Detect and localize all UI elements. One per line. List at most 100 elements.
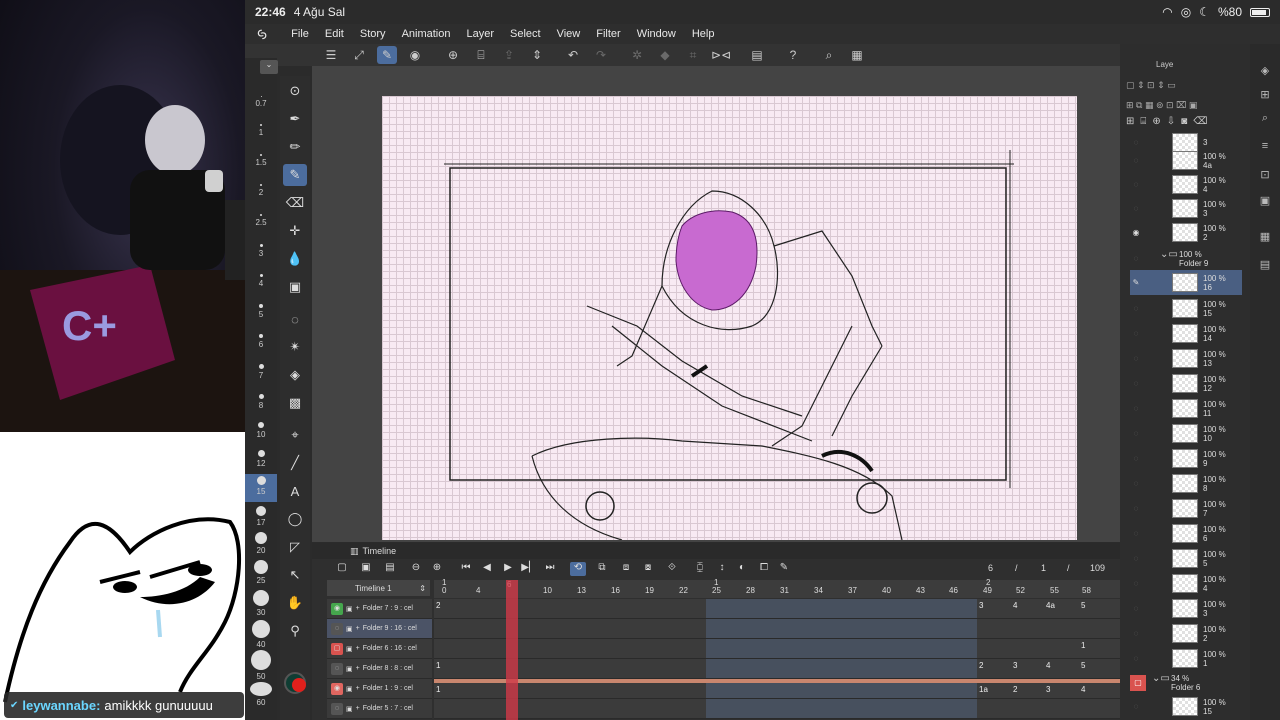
size-option[interactable]: 2.5 bbox=[245, 214, 277, 227]
layer-item[interactable]: ◌ 100 % 11 bbox=[1130, 396, 1242, 421]
size-option[interactable]: 2 bbox=[245, 184, 277, 197]
frame-ruler[interactable]: 0 4 6 10 13 16 19 22 25 28 31 34 37 40 4… bbox=[434, 578, 1120, 598]
clear-icon[interactable]: ✲ bbox=[627, 46, 647, 64]
last-frame-icon[interactable]: ⏭ bbox=[542, 562, 558, 576]
undo-icon[interactable]: ↶ bbox=[563, 46, 583, 64]
layers-stack-icon[interactable]: ◈ bbox=[1256, 64, 1274, 82]
next-frame-icon[interactable]: ▶▏ bbox=[521, 562, 537, 576]
pen-edit-icon[interactable]: ✎ bbox=[776, 562, 792, 576]
size-option[interactable]: 20 bbox=[245, 532, 277, 555]
size-option[interactable]: 3 bbox=[245, 244, 277, 258]
layer-item[interactable]: ◌ 100 % 1 bbox=[1130, 646, 1242, 671]
size-option[interactable]: 1.5 bbox=[245, 154, 277, 167]
app-logo-icon[interactable]: ꚸ bbox=[245, 25, 283, 43]
layer-item[interactable]: ◌ 100 % 12 bbox=[1130, 371, 1242, 396]
first-frame-icon[interactable]: ⏮ bbox=[458, 562, 474, 576]
zoom-out-icon[interactable]: ⊖ bbox=[408, 562, 424, 576]
layer-folder[interactable]: ▢ ⌄▭ 34 % Folder 6 bbox=[1130, 670, 1242, 695]
layer-item[interactable]: ◌ 100 % 15 bbox=[1130, 296, 1242, 321]
export-icon[interactable]: ⇪ bbox=[499, 46, 519, 64]
size-option[interactable]: 1 bbox=[245, 124, 277, 137]
object-tool-icon[interactable]: ↖ bbox=[283, 564, 307, 586]
brush-tool-icon[interactable]: ✎ bbox=[283, 164, 307, 186]
new-timeline-icon[interactable]: ▢ bbox=[334, 562, 350, 576]
flip-icon[interactable]: ⊳⊲ bbox=[711, 46, 731, 64]
open-folder-icon[interactable]: ⌸ bbox=[471, 46, 491, 64]
layer-item[interactable]: ◌ 100 % 4a bbox=[1130, 148, 1242, 173]
fill-icon[interactable]: ◆ bbox=[655, 46, 675, 64]
size-option[interactable]: 25 bbox=[245, 560, 277, 585]
navigator-icon[interactable]: ▣ bbox=[1256, 194, 1274, 212]
layer-lock-row[interactable]: ⊞ ⧉ ▦ ⊚ ⊡ ⌧ ▣ bbox=[1126, 100, 1246, 114]
search-layer-icon[interactable]: ⌕ bbox=[1256, 112, 1274, 130]
operation-tool-icon[interactable]: ⊙ bbox=[283, 80, 307, 102]
chevron-down-icon[interactable]: ⌄ bbox=[260, 60, 278, 74]
layer-property-icon[interactable]: ⊞ bbox=[1256, 88, 1274, 106]
menu-select[interactable]: Select bbox=[502, 28, 549, 40]
redo-icon[interactable]: ↷ bbox=[591, 46, 611, 64]
canvas-transform-icon[interactable]: ⤢ bbox=[349, 46, 369, 64]
pencil-tool-icon[interactable]: ✏ bbox=[283, 136, 307, 158]
list-icon[interactable]: ≡ bbox=[1256, 140, 1274, 158]
assign-cel-icon[interactable]: ⧇ bbox=[640, 562, 656, 576]
split-icon[interactable]: ⧮ bbox=[692, 562, 708, 576]
pen-tool-icon[interactable]: ✒ bbox=[283, 108, 307, 130]
hand-tool-icon[interactable]: ✋ bbox=[283, 592, 307, 614]
layer-item[interactable]: ◌ 100 % 6 bbox=[1130, 521, 1242, 546]
timeline-track[interactable]: ▢ ▣ + Folder 6 : 16 : cel 1 bbox=[327, 639, 1120, 659]
page-icon[interactable]: ▤ bbox=[747, 46, 767, 64]
sub-color-swatch[interactable] bbox=[292, 678, 306, 692]
crop-icon[interactable]: ⌗ bbox=[683, 46, 703, 64]
eraser-tool-icon[interactable]: ⌫ bbox=[283, 192, 307, 214]
size-option[interactable]: 8 bbox=[245, 394, 277, 410]
auto-select-icon[interactable]: ✴ bbox=[283, 336, 307, 358]
layer-item[interactable]: ◌ 100 % 13 bbox=[1130, 346, 1242, 371]
eyedropper-tool-icon[interactable]: ⚲ bbox=[283, 620, 307, 642]
layer-item[interactable]: ◌ 100 % 2 bbox=[1130, 621, 1242, 646]
color-wheel-icon[interactable]: ▤ bbox=[1256, 258, 1274, 276]
menu-story[interactable]: Story bbox=[352, 28, 394, 40]
layer-item[interactable]: ◌ 100 % 3 bbox=[1130, 196, 1242, 221]
material-icon[interactable]: ▦ bbox=[1256, 230, 1274, 248]
zoom-in-icon[interactable]: ⊕ bbox=[429, 562, 445, 576]
menu-filter[interactable]: Filter bbox=[588, 28, 628, 40]
new-cel-icon[interactable]: ⧉ bbox=[594, 562, 610, 576]
size-option[interactable]: 40 bbox=[245, 620, 277, 649]
layer-item[interactable]: ◌ 100 % 7 bbox=[1130, 496, 1242, 521]
rotate-icon[interactable]: ⧠ bbox=[756, 562, 772, 576]
hamburger-menu-icon[interactable]: ☰ bbox=[321, 46, 341, 64]
timeline-track[interactable]: ◉ ▣ + Folder 1 : 9 : cel 1 1a 2 3 4 bbox=[327, 679, 1120, 699]
prev-frame-icon[interactable]: ◀ bbox=[479, 562, 495, 576]
timeline-settings-icon[interactable]: ▣ bbox=[358, 562, 374, 576]
layer-folder[interactable]: ◌ ⌄▭ 100 % Folder 9 bbox=[1130, 246, 1242, 271]
lasso-tool-icon[interactable]: ◌ bbox=[283, 308, 307, 330]
figure-tool-icon[interactable]: ▣ bbox=[283, 276, 307, 298]
layer-item-selected[interactable]: ✎ 100 % 16 bbox=[1130, 270, 1242, 295]
onion-skin-icon[interactable]: ⟐ bbox=[664, 562, 680, 576]
timeline-track[interactable]: ◉ ▣ + Folder 7 : 9 : cel 2 3 4 4a 5 bbox=[327, 599, 1120, 619]
layer-item[interactable]: ◌ 100 % 3 bbox=[1130, 596, 1242, 621]
layer-item[interactable]: ◌ 100 % 5 bbox=[1130, 546, 1242, 571]
timeline-track[interactable]: ◌ ▣ + Folder 8 : 8 : cel 1 2 3 4 5 bbox=[327, 659, 1120, 679]
reference-icon[interactable]: ◉ bbox=[405, 46, 425, 64]
search-icon[interactable]: ⌕ bbox=[819, 46, 839, 64]
play-icon[interactable]: ▶ bbox=[500, 562, 516, 576]
size-option[interactable]: 10 bbox=[245, 422, 277, 439]
menu-window[interactable]: Window bbox=[629, 28, 684, 40]
menu-view[interactable]: View bbox=[549, 28, 589, 40]
line-tool-icon[interactable]: ╱ bbox=[283, 452, 307, 474]
timeline-tab[interactable]: ▥ Timeline bbox=[312, 543, 1120, 559]
loop-icon[interactable]: ⟲ bbox=[570, 562, 586, 576]
sort-icon[interactable]: ⇕ bbox=[527, 46, 547, 64]
new-canvas-icon[interactable]: ⊕ bbox=[443, 46, 463, 64]
layer-item[interactable]: ◌ 100 % 15 bbox=[1130, 694, 1242, 719]
flip-vertical-icon[interactable]: ↕ bbox=[714, 562, 730, 576]
size-option[interactable]: 7 bbox=[245, 364, 277, 380]
size-option-selected[interactable]: 15 bbox=[245, 474, 277, 502]
blend-mode-row[interactable]: ▢ ⇕ ⊡ ⇕ ▭ bbox=[1126, 80, 1246, 94]
size-option[interactable]: 60 bbox=[245, 682, 277, 707]
grid-settings-icon[interactable]: ▦ bbox=[847, 46, 867, 64]
layer-tab[interactable]: Laye bbox=[1120, 60, 1250, 74]
help-icon[interactable]: ? bbox=[783, 46, 803, 64]
size-option[interactable]: 17 bbox=[245, 506, 277, 527]
